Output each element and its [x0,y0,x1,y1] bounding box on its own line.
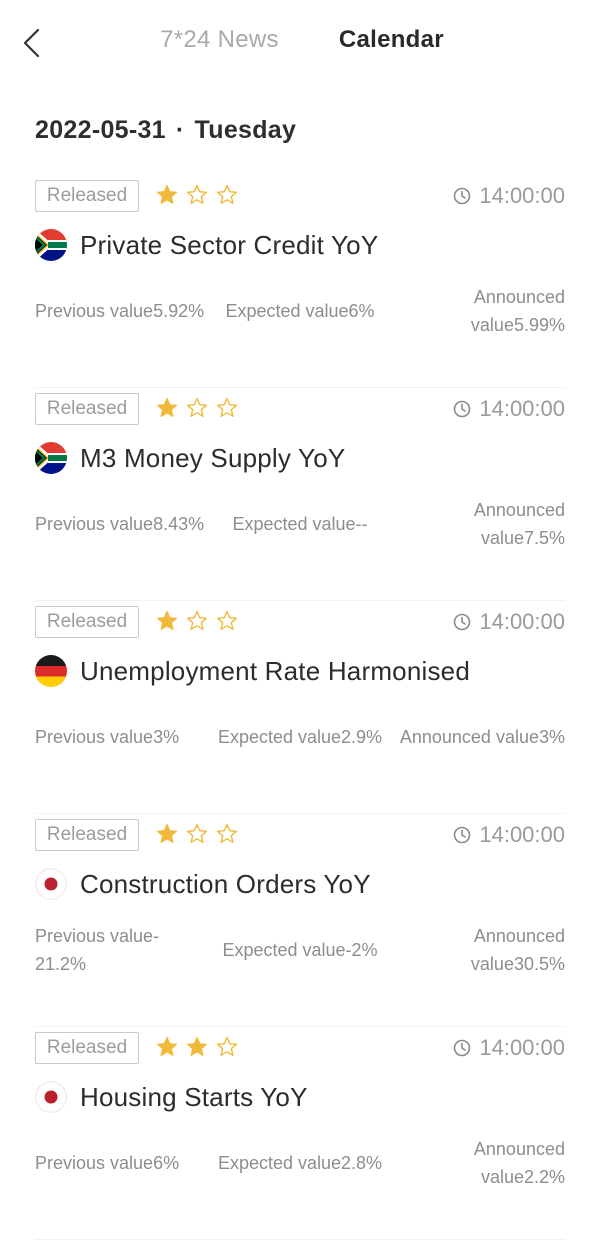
event-time: 14:00:00 [453,180,565,212]
clock-icon [454,826,471,844]
star-filled-icon [155,609,179,633]
event-time-text: 14:00:00 [479,609,565,634]
top-bar: 7*24 News Calendar [0,0,598,84]
status-badge: Released [35,606,139,638]
date-day: 2022-05-31 [35,116,166,144]
expected-value: Expected value6% [225,301,375,321]
previous-value: Previous value-21.2% [35,926,160,974]
importance-stars [155,396,239,420]
announced-value: Announced value5.99% [470,287,565,335]
star-outline-icon [215,1035,239,1059]
event-item[interactable]: Released 14:00:00 M3 Money Supply YoY Pr… [35,388,565,601]
previous-value: Previous value6% [35,1153,180,1173]
star-outline-icon [215,396,239,420]
event-time-text: 14:00:00 [479,183,565,208]
star-outline-icon [185,396,209,420]
event-name: M3 Money Supply YoY [80,442,346,473]
clock-icon [454,400,471,418]
importance-stars [155,1035,239,1059]
tab-calendar[interactable]: Calendar [333,26,444,54]
star-filled-icon [155,1035,179,1059]
expected-value: Expected value-- [232,514,368,534]
date-heading: 2022-05-31 · Tuesday [0,84,598,145]
star-outline-icon [185,183,209,207]
event-item[interactable]: Released 14:00:00 Construction Orders Yo… [35,814,565,1027]
clock-icon [454,187,471,205]
south-africa-flag [35,229,67,261]
status-badge: Released [35,180,139,212]
event-list: Released 14:00:00 Private Sector Credit … [0,175,598,1240]
date-separator: · [175,116,185,144]
importance-stars [155,822,239,846]
announced-value: Announced value7.5% [473,500,565,548]
star-outline-icon [185,822,209,846]
event-name: Construction Orders YoY [80,868,371,899]
japan-flag [35,1081,67,1113]
expected-value: Expected value2.9% [217,727,383,747]
event-item[interactable]: Released 14:00:00 Private Sector Credit … [35,175,565,388]
tab-bar: 7*24 News Calendar [0,26,598,54]
clock-icon [454,1039,471,1057]
event-name: Housing Starts YoY [80,1081,308,1112]
germany-flag [35,655,67,687]
event-time: 14:00:00 [453,393,565,425]
south-africa-flag [35,442,67,474]
japan-flag [35,868,67,900]
star-filled-icon [155,396,179,420]
status-badge: Released [35,1032,139,1064]
importance-stars [155,183,239,207]
event-item[interactable]: Released 14:00:00 Unemployment Rate Harm… [35,601,565,814]
status-badge: Released [35,393,139,425]
star-outline-icon [215,183,239,207]
previous-value: Previous value8.43% [35,514,205,534]
star-outline-icon [185,609,209,633]
star-filled-icon [185,1035,209,1059]
star-outline-icon [215,822,239,846]
event-time: 14:00:00 [453,606,565,638]
announced-value: Announced value3% [399,727,565,747]
event-time-text: 14:00:00 [479,396,565,421]
star-filled-icon [155,822,179,846]
event-name: Unemployment Rate Harmonised [80,655,470,686]
star-filled-icon [155,183,179,207]
event-name: Private Sector Credit YoY [80,229,379,260]
event-time-text: 14:00:00 [479,822,565,847]
event-time-text: 14:00:00 [479,1035,565,1060]
previous-value: Previous value3% [35,727,180,747]
clock-icon [454,613,471,631]
event-time: 14:00:00 [453,1032,565,1064]
expected-value: Expected value2.8% [217,1153,383,1173]
tab-news[interactable]: 7*24 News [154,26,279,54]
expected-value: Expected value-2% [222,940,378,960]
event-time: 14:00:00 [453,819,565,851]
event-item[interactable]: Released 14:00:00 Housing Starts YoY Pre… [35,1027,565,1240]
status-badge: Released [35,819,139,851]
previous-value: Previous value5.92% [35,301,205,321]
announced-value: Announced value2.2% [473,1139,565,1187]
announced-value: Announced value30.5% [470,926,565,974]
star-outline-icon [215,609,239,633]
importance-stars [155,609,239,633]
date-weekday: Tuesday [194,116,297,144]
